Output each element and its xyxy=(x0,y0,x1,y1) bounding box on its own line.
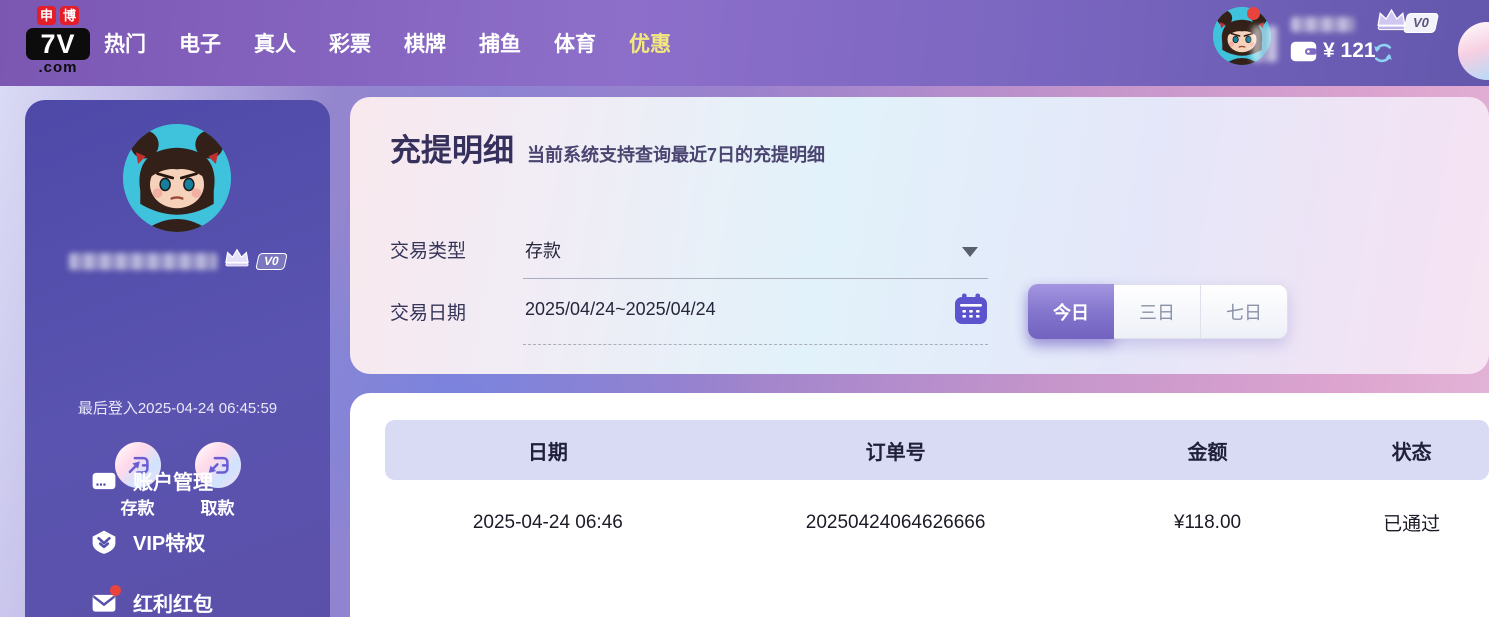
cell-date: 2025-04-24 06:46 xyxy=(385,512,711,534)
logo-badge-left: 申 xyxy=(37,6,56,25)
censored-username xyxy=(1291,17,1355,32)
red-packet-envelope-icon xyxy=(91,590,117,616)
transaction-date-label: 交易日期 xyxy=(390,298,466,325)
sidebar-item-account[interactable]: 账户管理 xyxy=(91,464,213,497)
main-nav: 热门 电子 真人 彩票 棋牌 捕鱼 体育 优惠 xyxy=(104,0,671,86)
cell-order-no: 20250424064626666 xyxy=(711,512,1081,534)
panel-titlebar: 充提明细 当前系统支持查询最近7日的充提明细 xyxy=(390,125,825,170)
logo-badges: 申 博 xyxy=(26,6,90,25)
transaction-type-label: 交易类型 xyxy=(390,236,466,263)
vip-shield-icon xyxy=(91,529,117,555)
date-range-input[interactable]: 2025/04/24~2025/04/24 xyxy=(525,299,716,320)
notification-dot xyxy=(1247,7,1260,20)
date-underline xyxy=(523,344,988,345)
sidebar-item-bonus[interactable]: 红利红包 xyxy=(91,586,213,617)
sidebar-item-label: VIP特权 xyxy=(133,527,205,556)
column-header-amount: 金额 xyxy=(1081,436,1335,465)
notification-dot xyxy=(110,585,121,596)
wallet-icon[interactable] xyxy=(1290,41,1317,62)
page-subtitle: 当前系统支持查询最近7日的充提明细 xyxy=(527,141,825,167)
records-panel: 日期 订单号 金额 状态 2025-04-24 06:46 2025042406… xyxy=(350,393,1489,617)
logo-badge-right: 博 xyxy=(60,6,79,25)
profile-avatar[interactable] xyxy=(123,124,231,232)
balance-amount: ¥ 121 xyxy=(1323,39,1376,63)
nav-item-promos[interactable]: 优惠 xyxy=(629,28,671,58)
logo-text: 7V xyxy=(26,28,90,60)
nav-item-slots[interactable]: 电子 xyxy=(179,28,221,58)
vip-level-badge: V0 xyxy=(255,253,287,270)
sidebar-item-vip[interactable]: VIP特权 xyxy=(91,525,213,558)
nav-item-fishing[interactable]: 捕鱼 xyxy=(479,28,521,58)
nav-item-live[interactable]: 真人 xyxy=(254,28,296,58)
calendar-icon[interactable] xyxy=(954,293,988,325)
topbar: 申 博 7V .com 热门 电子 真人 彩票 棋牌 捕鱼 体育 优惠 xyxy=(0,0,1489,86)
censored-username xyxy=(69,253,217,270)
vip-crown-icon xyxy=(223,248,251,268)
chevron-down-icon[interactable] xyxy=(962,247,978,257)
column-header-date: 日期 xyxy=(385,436,711,465)
nav-item-cards[interactable]: 棋牌 xyxy=(404,28,446,58)
vip-level-badge: V0 xyxy=(1403,13,1439,33)
nav-item-hot[interactable]: 热门 xyxy=(104,28,146,58)
column-header-order-no: 订单号 xyxy=(711,436,1081,465)
last-login-text: 最后登入2025-04-24 06:45:59 xyxy=(25,397,330,418)
page-title: 充提明细 xyxy=(390,125,514,170)
nav-item-sports[interactable]: 体育 xyxy=(554,28,596,58)
range-button-3days[interactable]: 三日 xyxy=(1114,284,1201,339)
site-logo[interactable]: 申 博 7V .com xyxy=(26,6,90,76)
transaction-type-select[interactable]: 存款 xyxy=(525,237,561,263)
censored-blur-patch xyxy=(1252,26,1278,62)
page: 申 博 7V .com 热门 电子 真人 彩票 棋牌 捕鱼 体育 优惠 xyxy=(0,0,1489,617)
bank-card-icon xyxy=(91,468,117,494)
profile-name-row: V0 xyxy=(25,253,330,270)
range-button-7days[interactable]: 七日 xyxy=(1201,284,1288,339)
refresh-balance-icon[interactable] xyxy=(1371,41,1395,65)
cell-amount: ¥118.00 xyxy=(1081,512,1335,534)
nav-item-lottery[interactable]: 彩票 xyxy=(329,28,371,58)
date-range-buttons: 今日 三日 七日 xyxy=(1028,284,1288,339)
column-header-status: 状态 xyxy=(1334,436,1489,465)
floating-side-button[interactable] xyxy=(1458,22,1489,80)
sidebar-item-label: 账户管理 xyxy=(133,466,213,495)
table-header: 日期 订单号 金额 状态 xyxy=(385,420,1489,480)
avatar-illustration xyxy=(123,124,231,232)
range-button-today[interactable]: 今日 xyxy=(1028,284,1114,339)
sidebar-item-label: 红利红包 xyxy=(133,588,213,617)
logo-suffix: .com xyxy=(26,60,90,76)
sidebar: V0 最后登入2025-04-24 06:45:59 存款 xyxy=(25,100,330,617)
select-underline xyxy=(523,278,988,279)
cell-status: 已通过 xyxy=(1334,509,1489,536)
sidebar-menu: 账户管理 VIP特权 xyxy=(91,464,213,617)
filter-panel: 充提明细 当前系统支持查询最近7日的充提明细 交易类型 存款 交易日期 2025… xyxy=(350,97,1489,374)
table-row: 2025-04-24 06:46 20250424064626666 ¥118.… xyxy=(385,480,1489,565)
